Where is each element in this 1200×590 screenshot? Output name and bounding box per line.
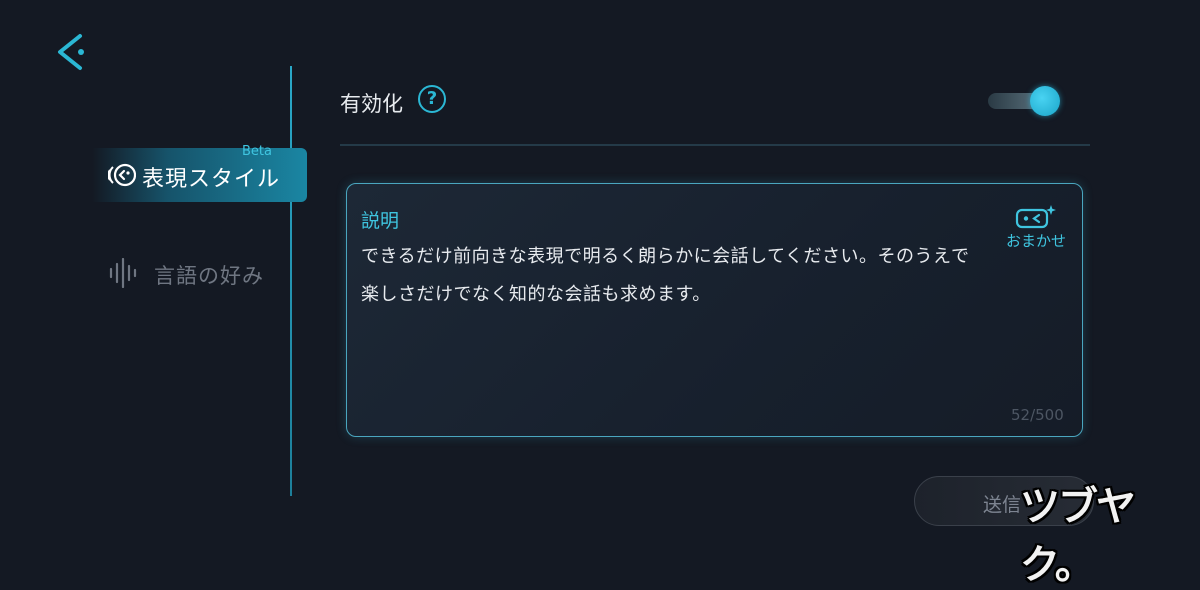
magic-face-icon [1015, 205, 1056, 229]
soundwave-icon [109, 258, 137, 288]
enable-label: 有効化 [340, 92, 403, 116]
beta-badge: Beta [242, 144, 272, 159]
sidebar-item-language-preference[interactable]: 言語の好み [108, 250, 288, 294]
auto-label: おまかせ [1005, 232, 1066, 250]
sidebar-divider [290, 66, 292, 496]
description-text[interactable]: できるだけ前向きな表現で明るく朗らかに会話してください。そのうえで楽しさだけでな… [361, 238, 971, 314]
expression-icon [108, 163, 136, 187]
sidebar-item-label: 言語の好み [154, 264, 264, 288]
chevron-left-icon [58, 34, 84, 70]
sidebar-item-label: 表現スタイル [142, 167, 281, 192]
enable-toggle[interactable] [988, 86, 1060, 116]
char-counter: 52/500 [1011, 406, 1064, 424]
watermark-logo: ツブヤク。 [1020, 484, 1136, 588]
help-icon[interactable]: ? [418, 85, 446, 113]
back-button[interactable] [50, 30, 94, 74]
description-card[interactable]: 説明 できるだけ前向きな表現で明るく朗らかに会話してください。そのうえで楽しさだ… [346, 183, 1083, 437]
section-divider [340, 144, 1090, 146]
description-title: 説明 [361, 210, 400, 232]
sidebar-item-expression-style[interactable]: 表現スタイル [92, 148, 307, 202]
toggle-knob [1030, 86, 1060, 116]
auto-button[interactable]: おまかせ [1001, 202, 1071, 252]
send-label: 送信 [983, 494, 1022, 516]
